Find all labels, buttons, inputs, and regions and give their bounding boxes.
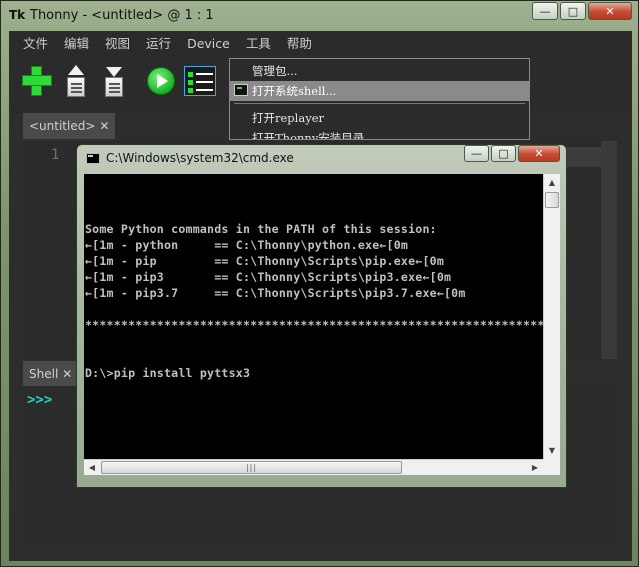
menu-item-open-system-shell[interactable]: 打开系统shell... [230, 81, 529, 101]
menu-item-open-replayer[interactable]: 打开replayer [230, 108, 529, 128]
menu-bar: 文件 编辑 视图 运行 Device 工具 帮助 [9, 31, 632, 57]
close-button[interactable]: ✕ [588, 2, 632, 20]
console-line: ←[1m - pip == C:\Thonny\Scripts\pip.exe←… [85, 254, 445, 268]
scroll-up-icon[interactable]: ▲ [544, 174, 560, 191]
menu-tools[interactable]: 工具 [238, 31, 279, 57]
editor-scrollbar[interactable] [601, 141, 617, 359]
minimize-button[interactable]: — [532, 2, 558, 20]
current-line-highlight [563, 147, 603, 167]
menu-help[interactable]: 帮助 [279, 31, 320, 57]
cmd-icon [86, 153, 100, 164]
console-line: ←[1m - python == C:\Thonny\python.exe←[0… [85, 238, 409, 252]
shell-prompt: >>> [27, 392, 53, 408]
terminal-icon [234, 84, 248, 96]
menu-file[interactable]: 文件 [15, 31, 56, 57]
console-line: Some Python commands in the PATH of this… [85, 222, 437, 236]
menu-separator [234, 103, 525, 104]
menu-device[interactable]: Device [179, 31, 238, 57]
line-number: 1 [51, 147, 60, 163]
cmd-maximize-button[interactable]: □ [491, 145, 516, 162]
console-line: ←[1m - pip3 == C:\Thonny\Scripts\pip3.ex… [85, 270, 452, 284]
run-icon[interactable] [145, 65, 179, 99]
menu-item-open-system-shell-label: 打开系统shell... [252, 84, 337, 98]
scroll-thumb[interactable] [545, 192, 559, 208]
menu-view[interactable]: 视图 [97, 31, 138, 57]
cmd-horizontal-scrollbar[interactable]: ◀ ||| ▶ [84, 459, 543, 475]
menu-item-manage-packages[interactable]: 管理包... [230, 61, 529, 81]
tab-shell[interactable]: Shell ✕ [23, 361, 79, 387]
cmd-title-bar[interactable]: C:\Windows\system32\cmd.exe — □ ✕ [77, 145, 566, 173]
maximize-button[interactable]: □ [560, 2, 586, 20]
cmd-minimize-button[interactable]: — [464, 145, 489, 162]
scroll-left-icon[interactable]: ◀ [84, 460, 100, 475]
tab-untitled-label: <untitled> [29, 119, 96, 133]
open-file-icon[interactable] [59, 65, 93, 99]
cmd-window-title: C:\Windows\system32\cmd.exe [106, 151, 294, 165]
tab-shell-label: Shell [29, 367, 59, 381]
console-output[interactable]: Some Python commands in the PATH of this… [84, 174, 543, 475]
menu-run[interactable]: 运行 [138, 31, 179, 57]
menu-edit[interactable]: 编辑 [56, 31, 97, 57]
thonny-logo-icon: Tk [9, 8, 26, 22]
console-command-line: D:\>pip install pyttsx3 [85, 366, 251, 380]
tab-untitled[interactable]: <untitled> ✕ [23, 113, 116, 139]
cmd-vertical-scrollbar[interactable]: ▲ ▼ [543, 174, 560, 459]
title-bar[interactable]: Tk Thonny - <untitled> @ 1 : 1 — □ ✕ [1, 1, 638, 31]
close-shell-icon[interactable]: ✕ [62, 367, 72, 381]
cmd-window: C:\Windows\system32\cmd.exe — □ ✕ Some P… [76, 144, 567, 488]
tools-menu-dropdown: 管理包... 打开系统shell... 打开replayer 打开Thonny安… [229, 58, 530, 140]
close-tab-icon[interactable]: ✕ [99, 119, 109, 133]
menu-item-open-thonny-dir[interactable]: 打开Thonny安装目录... [230, 128, 529, 139]
scroll-right-icon[interactable]: ▶ [527, 460, 543, 475]
line-number-gutter: 1 [23, 141, 63, 359]
save-file-icon[interactable] [97, 65, 131, 99]
console-line: ←[1m - pip3.7 == C:\Thonny\Scripts\pip3.… [85, 286, 466, 300]
window-title: Thonny - <untitled> @ 1 : 1 [30, 8, 214, 23]
scroll-thumb-horizontal[interactable]: ||| [101, 461, 402, 474]
debug-icon[interactable] [183, 65, 217, 99]
new-file-icon[interactable] [21, 65, 55, 99]
console-line: ****************************************… [85, 318, 543, 332]
scrollbar-corner [543, 459, 560, 475]
cmd-close-button[interactable]: ✕ [518, 145, 560, 162]
scroll-down-icon[interactable]: ▼ [544, 442, 560, 459]
